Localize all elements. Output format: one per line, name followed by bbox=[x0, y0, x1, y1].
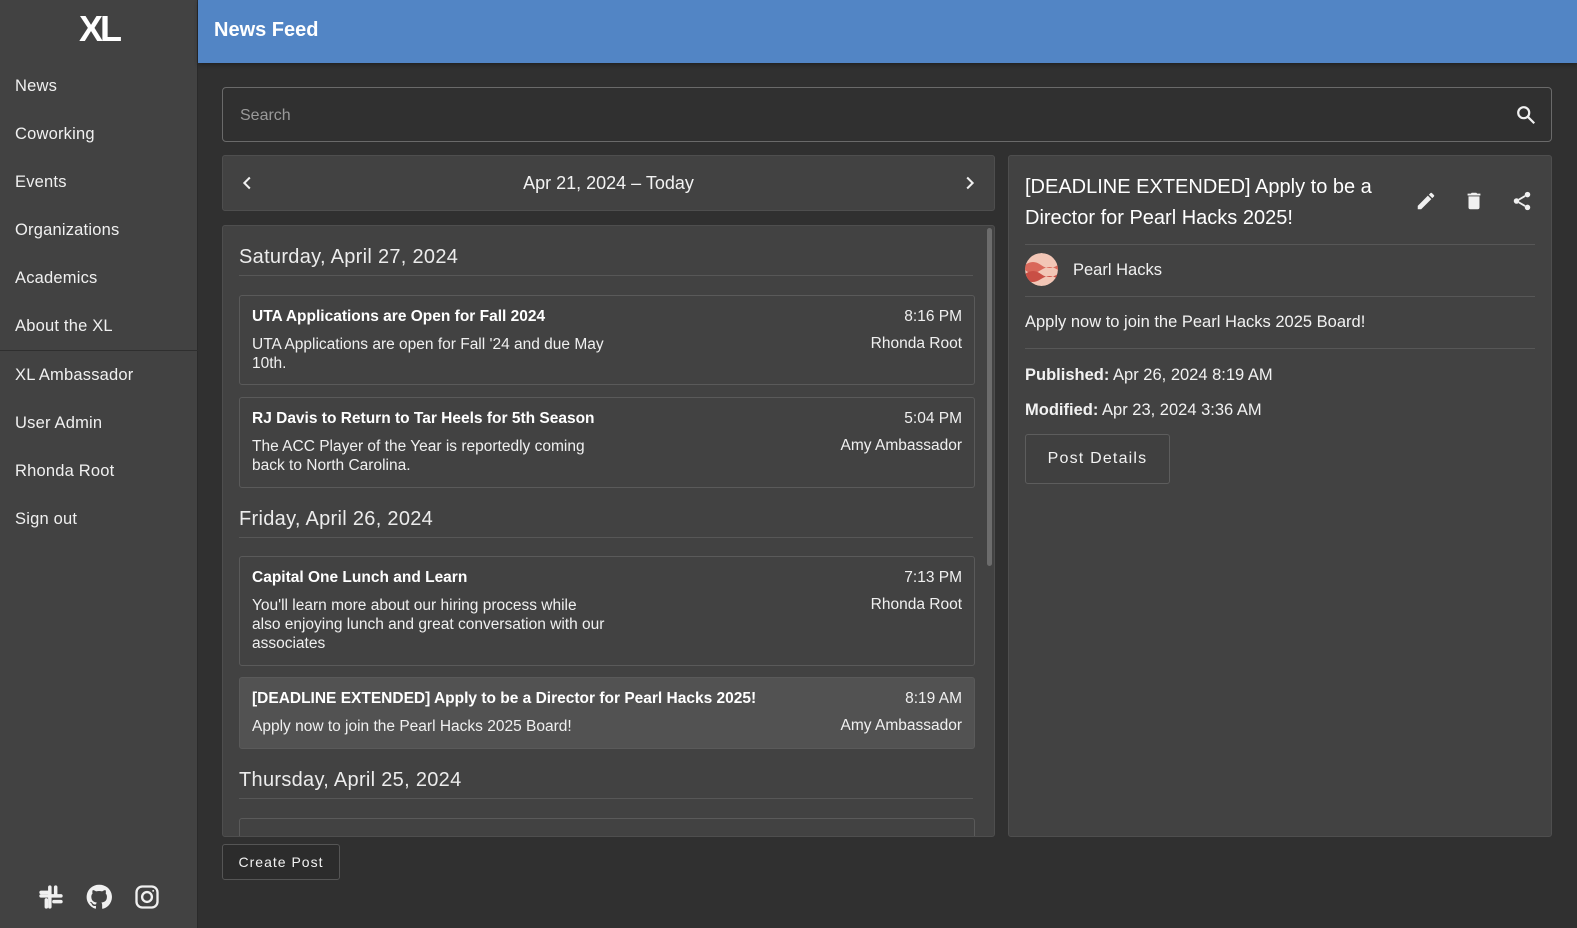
modified-value: Apr 23, 2024 3:36 AM bbox=[1102, 401, 1262, 419]
post-summary: You'll learn more about our hiring proce… bbox=[252, 597, 605, 652]
post-details-button[interactable]: Post Details bbox=[1025, 434, 1170, 484]
post-detail-panel: [DEADLINE EXTENDED] Apply to be a Direct… bbox=[1008, 155, 1552, 837]
social-links bbox=[37, 883, 161, 911]
sidebar-item-about[interactable]: About the XL bbox=[0, 302, 198, 350]
day-header: Friday, April 26, 2024 bbox=[239, 508, 973, 538]
post-author: Amy Ambassador bbox=[840, 717, 962, 734]
post-actions bbox=[1415, 190, 1533, 212]
post-detail-title: [DEADLINE EXTENDED] Apply to be a Direct… bbox=[1025, 176, 1372, 229]
share-icon[interactable] bbox=[1511, 190, 1533, 212]
post-card[interactable]: Capital One Lunch and Learn You'll learn… bbox=[239, 556, 975, 666]
modified-label: Modified: bbox=[1025, 401, 1099, 419]
search-input[interactable] bbox=[238, 88, 1492, 143]
date-range-navigator: Apr 21, 2024 – Today bbox=[222, 155, 995, 211]
post-title: UTA Applications are Open for Fall 2024 bbox=[252, 308, 546, 325]
published-label: Published: bbox=[1025, 366, 1110, 384]
sidebar-nav: News Coworking Events Organizations Acad… bbox=[0, 62, 198, 543]
sidebar-item-coworking[interactable]: Coworking bbox=[0, 110, 198, 158]
sidebar: XL News Coworking Events Organizations A… bbox=[0, 0, 198, 928]
sidebar-item-organizations[interactable]: Organizations bbox=[0, 206, 198, 254]
xl-logo[interactable]: XL bbox=[68, 11, 130, 47]
published-value: Apr 26, 2024 8:19 AM bbox=[1113, 366, 1273, 384]
post-title: RJ Davis to Return to Tar Heels for 5th … bbox=[252, 410, 595, 427]
sidebar-item-profile[interactable]: Rhonda Root bbox=[0, 447, 198, 495]
post-time: 5:04 PM bbox=[904, 410, 962, 427]
day-header: Thursday, April 25, 2024 bbox=[239, 769, 973, 799]
post-card[interactable]: UTA Applications are Open for Fall 2024 … bbox=[239, 295, 975, 385]
post-author: Rhonda Root bbox=[870, 596, 962, 613]
divider bbox=[1025, 296, 1535, 297]
post-summary: UTA Applications are open for Fall '24 a… bbox=[252, 336, 604, 372]
top-app-bar: News Feed bbox=[198, 0, 1577, 63]
search-icon[interactable] bbox=[1515, 104, 1537, 126]
chevron-right-icon[interactable] bbox=[958, 172, 980, 194]
post-time: 8:16 PM bbox=[904, 308, 962, 325]
post-title: [DEADLINE EXTENDED] Apply to be a Direct… bbox=[252, 690, 757, 707]
post-time: 8:19 AM bbox=[905, 690, 962, 707]
delete-icon[interactable] bbox=[1463, 190, 1485, 212]
day-header: Saturday, April 27, 2024 bbox=[239, 246, 973, 276]
slack-icon[interactable] bbox=[37, 883, 65, 911]
edit-icon[interactable] bbox=[1415, 190, 1437, 212]
post-time: 7:13 PM bbox=[904, 569, 962, 586]
modified-meta: Modified: Apr 23, 2024 3:36 AM bbox=[1025, 401, 1262, 420]
organization-avatar[interactable] bbox=[1025, 253, 1058, 286]
feed-scrollbar[interactable] bbox=[987, 228, 992, 566]
post-title: Capital One Lunch and Learn bbox=[252, 569, 468, 586]
sidebar-item-news[interactable]: News bbox=[0, 62, 198, 110]
news-feed-list: Saturday, April 27, 2024 UTA Application… bbox=[222, 225, 995, 837]
post-author: Amy Ambassador bbox=[840, 437, 962, 454]
post-card-selected[interactable]: [DEADLINE EXTENDED] Apply to be a Direct… bbox=[239, 677, 975, 749]
search-bar bbox=[222, 87, 1552, 143]
sidebar-item-events[interactable]: Events bbox=[0, 158, 198, 206]
organization-name[interactable]: Pearl Hacks bbox=[1073, 261, 1162, 280]
published-meta: Published: Apr 26, 2024 8:19 AM bbox=[1025, 366, 1273, 385]
page-title: News Feed bbox=[214, 19, 319, 41]
divider bbox=[1025, 244, 1535, 245]
instagram-icon[interactable] bbox=[133, 883, 161, 911]
date-range-label: Apr 21, 2024 – Today bbox=[523, 173, 694, 193]
post-card[interactable]: RJ Davis to Return to Tar Heels for 5th … bbox=[239, 397, 975, 488]
sidebar-item-sign-out[interactable]: Sign out bbox=[0, 495, 198, 543]
create-post-button[interactable]: Create Post bbox=[222, 844, 340, 880]
sidebar-item-user-admin[interactable]: User Admin bbox=[0, 399, 198, 447]
post-summary: Apply now to join the Pearl Hacks 2025 B… bbox=[252, 718, 572, 735]
divider bbox=[1025, 348, 1535, 349]
post-summary: The ACC Player of the Year is reportedly… bbox=[252, 438, 585, 474]
sidebar-item-academics[interactable]: Academics bbox=[0, 254, 198, 302]
svg-text:XL: XL bbox=[79, 11, 121, 47]
github-icon[interactable] bbox=[85, 883, 113, 911]
post-author: Rhonda Root bbox=[870, 335, 962, 352]
post-card[interactable] bbox=[239, 818, 975, 836]
sidebar-item-ambassador[interactable]: XL Ambassador bbox=[0, 351, 198, 399]
post-detail-summary: Apply now to join the Pearl Hacks 2025 B… bbox=[1025, 313, 1366, 331]
